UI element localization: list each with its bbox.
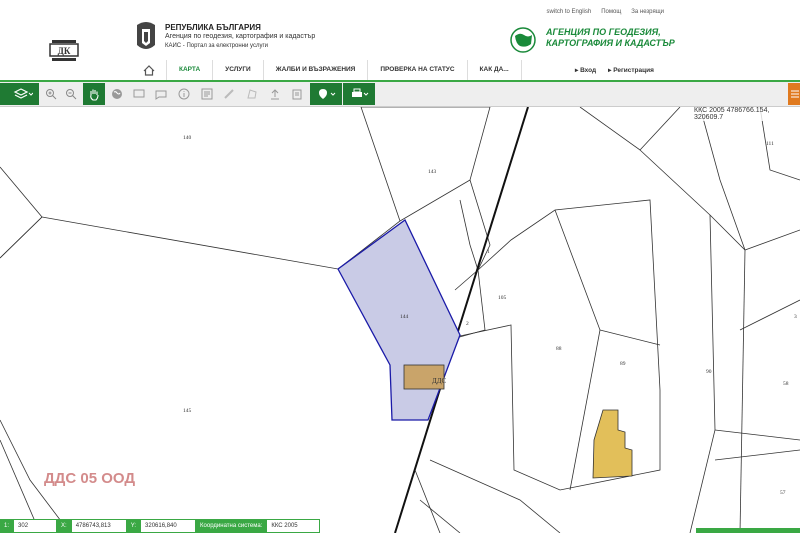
tab-status-check[interactable]: ПРОВЕРКА НА СТАТУС <box>368 60 468 80</box>
parcel-label: 140 <box>183 135 192 141</box>
upload-button[interactable] <box>266 83 284 105</box>
location-icon <box>319 89 336 99</box>
parcel-label: 3 <box>794 314 797 320</box>
parcel-label: 2 <box>466 321 469 327</box>
map-status-bar: 1: 302 X: 4786743,813 Y: 320616,840 Коор… <box>0 519 321 533</box>
coord-system-select[interactable]: ККС 2005 <box>266 519 321 533</box>
parcel-label: 57 <box>780 490 786 496</box>
register-link[interactable]: ▸ Регистрация <box>608 66 654 74</box>
pan-button[interactable] <box>83 83 105 105</box>
agency-subtitle: Агенция по геодезия, картография и кадас… <box>165 33 316 40</box>
accessibility-link[interactable]: За незрящи <box>631 9 664 15</box>
tab-complaints[interactable]: ЖАЛБИ И ВЪЗРАЖЕНИЯ <box>264 60 369 80</box>
layers-button[interactable] <box>7 83 39 105</box>
parcel-label: 90 <box>706 369 712 375</box>
map-toolbar <box>0 82 800 107</box>
login-link[interactable]: ▸ Вход <box>575 66 596 74</box>
home-icon <box>143 64 155 76</box>
pan-hand-icon <box>90 89 99 101</box>
scale-label: 1: <box>0 519 14 533</box>
export-button[interactable] <box>288 83 306 105</box>
parcel-label: ДДС <box>432 377 447 385</box>
switch-english-link[interactable]: switch to English <box>547 9 592 15</box>
coordinate-readout: ККС 2005 4786766.154, 320609.7 <box>694 107 800 121</box>
home-nav-button[interactable] <box>132 60 167 80</box>
print-icon <box>352 88 369 97</box>
help-link[interactable]: Помощ <box>601 9 621 15</box>
tab-services[interactable]: УСЛУГИ <box>213 60 264 80</box>
upload-icon <box>271 89 279 100</box>
measure-area-button[interactable] <box>243 83 261 105</box>
identify-button[interactable] <box>198 83 216 105</box>
coat-of-arms-icon <box>137 22 155 49</box>
parcel-label: 1 <box>487 249 490 255</box>
coord-system-label: Координатна система: <box>196 519 267 533</box>
globe-button[interactable] <box>108 83 126 105</box>
parcel-label: 105 <box>498 295 507 301</box>
select-rect-icon <box>133 89 145 98</box>
parcel-labels: 140 143 1 105 2 144 145 88 89 90 111 58 … <box>183 135 797 496</box>
globe-icon <box>112 89 122 99</box>
cadastre-logo-icon: ДК <box>49 40 79 61</box>
top-links: switch to English Помощ За незрящи <box>547 9 664 15</box>
parcel-label: 58 <box>783 381 789 387</box>
building-in-parcel-89[interactable] <box>592 409 633 479</box>
select-poly-button[interactable] <box>152 83 170 105</box>
scale-input[interactable]: 302 <box>13 519 58 533</box>
x-label: X: <box>57 519 71 533</box>
info-button[interactable] <box>175 83 193 105</box>
y-label: Y: <box>126 519 141 533</box>
measure-line-button[interactable] <box>220 83 238 105</box>
republic-title: РЕПУБЛИКА БЪЛГАРИЯ <box>165 23 261 32</box>
scale-bar <box>696 528 800 533</box>
svg-text:ДК: ДК <box>58 46 71 56</box>
tab-how-to[interactable]: КАК ДА... <box>468 60 522 80</box>
print-button[interactable] <box>343 83 375 105</box>
agency-globe-icon <box>510 27 536 53</box>
measure-line-icon <box>224 89 234 99</box>
toolbar-menu-button[interactable] <box>0 83 7 105</box>
parcel-label: 144 <box>400 314 409 320</box>
tab-map[interactable]: КАРТА <box>167 60 214 82</box>
zoom-in-icon <box>46 89 57 100</box>
selected-parcel-144[interactable] <box>337 219 461 421</box>
parcel-label: 145 <box>183 408 192 414</box>
side-panel-button[interactable] <box>788 83 800 105</box>
auth-links: ▸ Вход ▸ Регистрация <box>575 66 654 74</box>
zoom-out-button[interactable] <box>62 83 80 105</box>
location-button[interactable] <box>310 83 342 105</box>
measure-area-icon <box>247 89 257 99</box>
portal-subtitle: КАИС - Портал за електронни услуги <box>165 43 268 49</box>
main-nav: КАРТА УСЛУГИ ЖАЛБИ И ВЪЗРАЖЕНИЯ ПРОВЕРКА… <box>132 60 522 82</box>
parcel-label: 88 <box>556 346 562 352</box>
parcel-label: 143 <box>428 169 437 175</box>
parcel-label: 89 <box>620 361 626 367</box>
parcel-label: 111 <box>766 141 774 147</box>
layers-icon <box>13 88 33 99</box>
y-coordinate-value: 320616,840 <box>140 519 197 533</box>
export-icon <box>292 89 302 100</box>
select-rect-button[interactable] <box>130 83 148 105</box>
info-icon <box>178 88 190 100</box>
page-header: ДК РЕПУБЛИКА БЪЛГАРИЯ Агенция по геодези… <box>0 0 800 82</box>
select-poly-icon <box>155 90 167 100</box>
map-watermark: ДДС 05 ООД <box>44 470 136 487</box>
identify-icon <box>201 88 213 100</box>
panel-icon <box>791 90 799 98</box>
x-coordinate-value: 4786743,813 <box>70 519 127 533</box>
zoom-in-button[interactable] <box>42 83 60 105</box>
zoom-out-icon <box>66 89 77 100</box>
agency-name: АГЕНЦИЯ ПО ГЕОДЕЗИЯ, КАРТОГРАФИЯ И КАДАС… <box>546 27 675 48</box>
